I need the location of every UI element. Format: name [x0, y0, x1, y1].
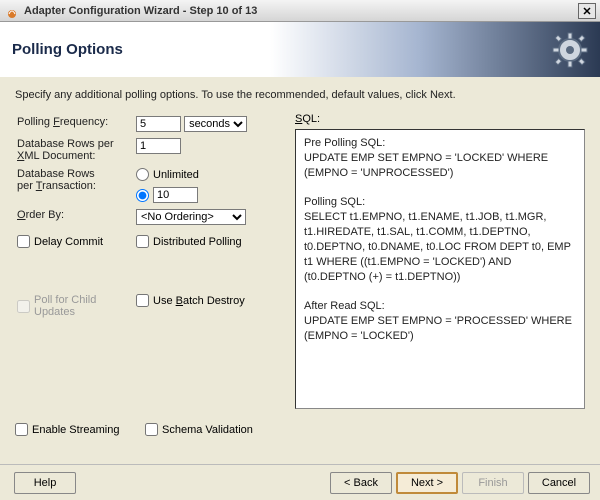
order-by-select[interactable]: <No Ordering>: [136, 209, 246, 225]
main-container: Polling Frequency: seconds Database Rows…: [0, 109, 600, 409]
checkbox-poll-child-updates: [17, 300, 30, 313]
label-unlimited[interactable]: Unlimited: [153, 169, 199, 181]
checkbox-schema-validation[interactable]: [145, 423, 158, 436]
label-sql: SQL:: [295, 113, 585, 125]
polling-frequency-unit[interactable]: seconds: [184, 116, 247, 132]
app-icon: [4, 3, 20, 19]
rows-per-tx-input[interactable]: [153, 187, 198, 203]
radio-unlimited[interactable]: [136, 168, 149, 181]
label-distributed-polling[interactable]: Distributed Polling: [153, 236, 242, 248]
title-bar: Adapter Configuration Wizard - Step 10 o…: [0, 0, 600, 22]
finish-button: Finish: [462, 472, 524, 494]
label-enable-streaming[interactable]: Enable Streaming: [32, 424, 119, 436]
banner: Polling Options: [0, 22, 600, 77]
label-order-by: Order By:: [15, 206, 134, 228]
gear-icon: [550, 30, 590, 73]
next-button[interactable]: Next >: [396, 472, 458, 494]
checkbox-enable-streaming[interactable]: [15, 423, 28, 436]
sql-panel: Pre Polling SQL: UPDATE EMP SET EMPNO = …: [295, 129, 585, 409]
left-column: Polling Frequency: seconds Database Rows…: [15, 113, 285, 409]
polling-frequency-input[interactable]: [136, 116, 181, 132]
label-delay-commit[interactable]: Delay Commit: [34, 236, 103, 248]
label-rows-tx: Database Rowsper Transaction:: [15, 165, 134, 206]
checkbox-section: Enable Streaming Schema Validation: [0, 409, 600, 440]
rows-per-xml-input[interactable]: [136, 138, 181, 154]
form-table: Polling Frequency: seconds Database Rows…: [15, 113, 249, 325]
help-button[interactable]: Help: [14, 472, 76, 494]
close-button[interactable]: [578, 3, 596, 19]
checkbox-distributed-polling[interactable]: [136, 235, 149, 248]
label-poll-child-updates: Poll for Child Updates: [34, 294, 132, 318]
intro-text: Specify any additional polling options. …: [0, 77, 600, 109]
page-title: Polling Options: [12, 41, 123, 58]
window-title: Adapter Configuration Wizard - Step 10 o…: [24, 5, 578, 17]
cancel-button[interactable]: Cancel: [528, 472, 590, 494]
radio-limited[interactable]: [136, 189, 149, 202]
label-use-batch-destroy[interactable]: Use Batch Destroy: [153, 295, 245, 307]
right-column: SQL: Pre Polling SQL: UPDATE EMP SET EMP…: [285, 113, 585, 409]
close-icon: [583, 7, 591, 15]
checkbox-delay-commit[interactable]: [17, 235, 30, 248]
label-schema-validation[interactable]: Schema Validation: [162, 424, 253, 436]
back-button[interactable]: < Back: [330, 472, 392, 494]
label-polling-frequency: Polling Frequency:: [15, 113, 134, 135]
checkbox-use-batch-destroy[interactable]: [136, 294, 149, 307]
button-bar: Help < Back Next > Finish Cancel: [0, 464, 600, 500]
label-rows-xml: Database Rows perXML Document:: [15, 135, 134, 165]
